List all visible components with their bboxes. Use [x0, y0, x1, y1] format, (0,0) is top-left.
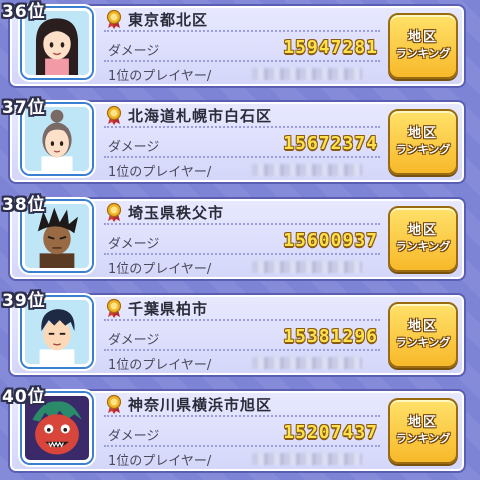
- button-label-line2: ランキング: [395, 47, 451, 60]
- area-ranking-button[interactable]: 地区 ランキング: [388, 398, 458, 464]
- button-label-line1: 地区: [407, 415, 438, 430]
- area-ranking-button[interactable]: 地区 ランキング: [388, 109, 458, 175]
- rank-label: 37位: [2, 98, 46, 118]
- top-player-row: 1位のプレイヤー/: [104, 257, 380, 277]
- blurred-player-name: [252, 164, 362, 176]
- location-name: 東京都北区: [128, 10, 209, 29]
- rank-label: 36位: [2, 2, 46, 22]
- damage-value: 15207437: [283, 422, 378, 443]
- top-player-label: 1位のプレイヤー/: [108, 454, 212, 469]
- rank-label: 39位: [2, 291, 46, 311]
- damage-label: ダメージ: [108, 429, 160, 444]
- button-label-line1: 地区: [407, 30, 438, 45]
- medal-icon: [106, 202, 122, 222]
- location-row: 東京都北区: [104, 8, 380, 32]
- damage-label: ダメージ: [108, 237, 160, 252]
- damage-row: ダメージ 15947281: [104, 37, 380, 62]
- button-label-line2: ランキング: [395, 432, 451, 445]
- ranking-row: 40位 神奈川県横浜市旭区 ダメージ 15207437 1位のプレイヤー/ 地区…: [0, 385, 480, 477]
- rank-label: 40位: [2, 387, 46, 407]
- damage-row: ダメージ 15672374: [104, 133, 380, 158]
- top-player-label: 1位のプレイヤー/: [108, 262, 212, 277]
- rank-label: 38位: [2, 195, 46, 215]
- location-row: 神奈川県横浜市旭区: [104, 393, 380, 417]
- location-row: 埼玉県秩父市: [104, 201, 380, 225]
- ranking-row: 38位 埼玉県秩父市 ダメージ 15600937 1位のプレイヤー/ 地区 ラン…: [0, 193, 480, 285]
- medal-icon: [106, 394, 122, 414]
- area-ranking-list[interactable]: 36位 東京都北区 ダメージ 15947281 1位のプレイヤー/ 地区 ランキ…: [0, 0, 480, 480]
- top-player-label: 1位のプレイヤー/: [108, 358, 212, 373]
- button-label-line2: ランキング: [395, 336, 451, 349]
- blurred-player-name: [252, 453, 362, 465]
- blurred-player-name: [252, 68, 362, 80]
- top-player-label: 1位のプレイヤー/: [108, 165, 212, 180]
- location-name: 千葉県柏市: [128, 299, 209, 318]
- damage-row: ダメージ 15600937: [104, 230, 380, 255]
- ranking-row: 36位 東京都北区 ダメージ 15947281 1位のプレイヤー/ 地区 ランキ…: [0, 0, 480, 92]
- location-name: 埼玉県秩父市: [128, 203, 225, 222]
- top-player-label: 1位のプレイヤー/: [108, 69, 212, 84]
- damage-label: ダメージ: [108, 333, 160, 348]
- damage-row: ダメージ 15207437: [104, 422, 380, 447]
- location-name: 神奈川県横浜市旭区: [128, 395, 273, 414]
- top-player-row: 1位のプレイヤー/: [104, 160, 380, 180]
- top-player-row: 1位のプレイヤー/: [104, 449, 380, 469]
- damage-value: 15672374: [283, 133, 378, 154]
- button-label-line1: 地区: [407, 319, 438, 334]
- area-ranking-button[interactable]: 地区 ランキング: [388, 206, 458, 272]
- area-ranking-button[interactable]: 地区 ランキング: [388, 13, 458, 79]
- location-name: 北海道札幌市白石区: [128, 106, 273, 125]
- blurred-player-name: [252, 261, 362, 273]
- button-label-line1: 地区: [407, 126, 438, 141]
- medal-icon: [106, 105, 122, 125]
- location-row: 北海道札幌市白石区: [104, 104, 380, 128]
- button-label-line2: ランキング: [395, 143, 451, 156]
- button-label-line1: 地区: [407, 223, 438, 238]
- ranking-row: 39位 千葉県柏市 ダメージ 15381296 1位のプレイヤー/ 地区 ランキ…: [0, 289, 480, 381]
- medal-icon: [106, 298, 122, 318]
- button-label-line2: ランキング: [395, 240, 451, 253]
- top-player-row: 1位のプレイヤー/: [104, 64, 380, 84]
- damage-label: ダメージ: [108, 44, 160, 59]
- medal-icon: [106, 9, 122, 29]
- damage-value: 15947281: [283, 37, 378, 58]
- top-player-row: 1位のプレイヤー/: [104, 353, 380, 373]
- location-row: 千葉県柏市: [104, 297, 380, 321]
- damage-value: 15600937: [283, 230, 378, 251]
- damage-row: ダメージ 15381296: [104, 326, 380, 351]
- damage-label: ダメージ: [108, 140, 160, 155]
- area-ranking-button[interactable]: 地区 ランキング: [388, 302, 458, 368]
- blurred-player-name: [252, 357, 362, 369]
- damage-value: 15381296: [283, 326, 378, 347]
- ranking-row: 37位 北海道札幌市白石区 ダメージ 15672374 1位のプレイヤー/ 地区…: [0, 96, 480, 188]
